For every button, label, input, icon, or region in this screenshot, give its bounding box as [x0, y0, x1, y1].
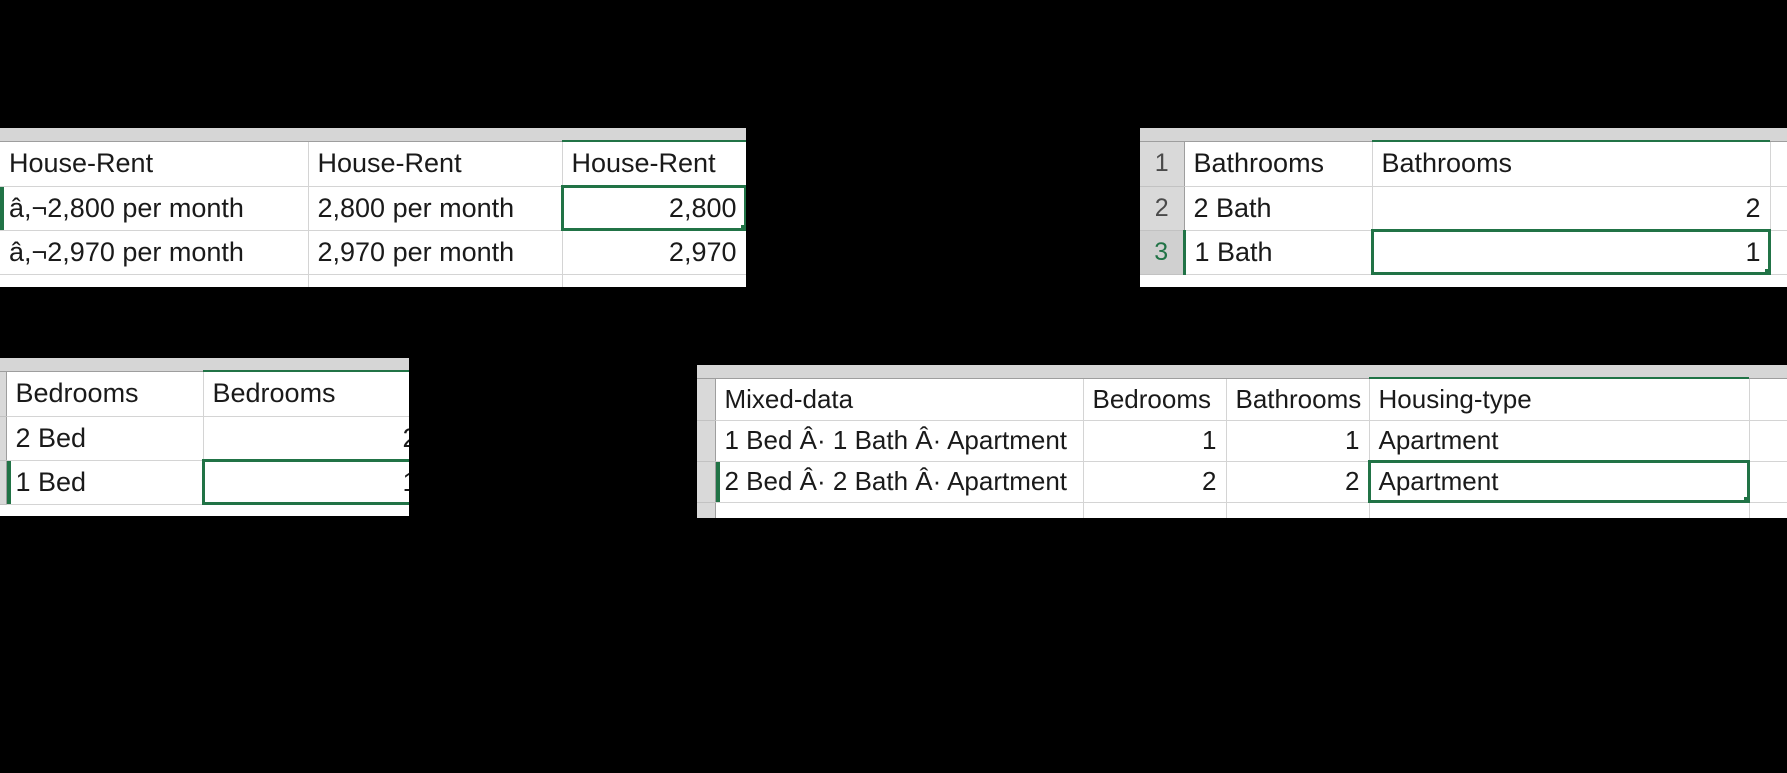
table-row: 2 Bed Â· 2 Bath Â· Apartment 2 2 Apartme…	[697, 460, 1787, 503]
column-header-cell-overflow[interactable]	[1770, 142, 1787, 187]
column-header-cell[interactable]: Bedrooms	[203, 372, 409, 417]
table-row: 2 2 Bath 2	[1140, 186, 1787, 231]
data-cell-raw-bath[interactable]: 2 Bath	[1184, 186, 1373, 231]
selected-cell-rent-number[interactable]: 2,800	[561, 185, 746, 231]
column-header-cell[interactable]: Bedrooms	[1083, 379, 1227, 421]
column-header-cell[interactable]: Mixed-data	[715, 379, 1084, 421]
column-header-cell[interactable]: Bathrooms	[1372, 142, 1771, 187]
table-row: Bedrooms Bedrooms	[0, 372, 409, 417]
data-cell-raw-bed[interactable]: 2 Bed	[6, 416, 204, 461]
row-number-gutter[interactable]	[697, 420, 716, 462]
column-header-cell[interactable]: Bedrooms	[6, 372, 204, 417]
table-row: 2 Bed 2	[0, 416, 409, 461]
column-header-cell-overflow[interactable]	[1749, 379, 1787, 421]
table-row: 1 Bed Â· 1 Bath Â· Apartment 1 1 Apartme…	[697, 420, 1787, 462]
column-header-cell[interactable]: House-Rent	[308, 142, 563, 187]
table-row	[697, 502, 1787, 518]
table-row: â,¬2,970 per month 2,970 per month 2,970	[0, 230, 746, 275]
data-cell-overflow[interactable]	[1770, 230, 1787, 275]
data-cell-cleaned-rent[interactable]: 2,800 per month	[308, 186, 563, 231]
column-header-cell[interactable]: Bathrooms	[1226, 379, 1370, 421]
row-number-gutter[interactable]	[697, 379, 716, 421]
table-row	[0, 274, 746, 287]
mixed-data-sheet: Mixed-data Bedrooms Bathrooms Housing-ty…	[697, 379, 1787, 518]
data-cell-bedrooms[interactable]: 1	[1083, 420, 1227, 462]
data-cell-cleaned-rent[interactable]: 2,970 per month	[308, 230, 563, 275]
data-cell-bedrooms-clipped[interactable]	[1083, 502, 1227, 518]
data-cell-mixed-raw-clipped[interactable]	[715, 502, 1084, 518]
column-header-cell[interactable]: Bathrooms	[1184, 142, 1373, 187]
column-header-cell[interactable]: Housing-type	[1369, 379, 1750, 421]
data-cell-bathrooms-clipped[interactable]	[1226, 502, 1370, 518]
data-cell-overflow[interactable]	[1749, 420, 1787, 462]
data-cell-overflow[interactable]	[1749, 502, 1787, 518]
data-cell-housing-type-clipped[interactable]	[1369, 502, 1750, 518]
house-rent-panel: House-Rent House-Rent House-Rent â,¬2,80…	[0, 128, 746, 287]
data-cell-overflow[interactable]	[1749, 461, 1787, 503]
data-cell-bath-number[interactable]: 2	[1372, 186, 1771, 231]
house-rent-sheet: House-Rent House-Rent House-Rent â,¬2,80…	[0, 142, 746, 287]
selected-cell-bath-number[interactable]: 1	[1371, 229, 1771, 275]
row-number-gutter[interactable]: 2	[1140, 186, 1185, 231]
row-number-gutter[interactable]: 1	[1140, 142, 1185, 187]
data-cell-bed-number[interactable]: 2	[203, 416, 409, 461]
data-cell-bedrooms[interactable]: 2	[1083, 461, 1227, 503]
data-cell-rent-number[interactable]: 2,970	[562, 230, 746, 275]
mixed-data-panel: Mixed-data Bedrooms Bathrooms Housing-ty…	[697, 365, 1787, 518]
data-cell-bathrooms[interactable]: 1	[1226, 420, 1370, 462]
table-row: Mixed-data Bedrooms Bathrooms Housing-ty…	[697, 379, 1787, 421]
column-header-cell[interactable]: House-Rent	[562, 142, 746, 187]
data-cell-raw-bed[interactable]: 1 Bed	[6, 460, 204, 505]
data-cell-empty[interactable]	[308, 274, 563, 287]
row-number-gutter-active[interactable]: 3	[1140, 230, 1186, 275]
table-row: â,¬2,800 per month 2,800 per month 2,800	[0, 185, 746, 231]
bedrooms-sheet: Bedrooms Bedrooms 2 Bed 2 1 Bed 1	[0, 372, 409, 505]
bathrooms-panel: 1 Bathrooms Bathrooms 2 2 Bath 2 3 1 Bat…	[1140, 128, 1787, 287]
data-cell-raw-rent[interactable]: â,¬2,970 per month	[0, 230, 309, 275]
row-number-gutter[interactable]	[697, 502, 716, 518]
table-row: 3 1 Bath 1	[1140, 229, 1787, 275]
bathrooms-sheet: 1 Bathrooms Bathrooms 2 2 Bath 2 3 1 Bat…	[1140, 142, 1787, 275]
data-cell-housing-type[interactable]: Apartment	[1369, 420, 1750, 462]
data-cell-raw-rent[interactable]: â,¬2,800 per month	[0, 186, 309, 231]
data-cell-empty[interactable]	[0, 274, 309, 287]
data-cell-bathrooms[interactable]: 2	[1226, 461, 1370, 503]
row-number-gutter-active[interactable]	[697, 461, 716, 503]
data-cell-raw-bath[interactable]: 1 Bath	[1184, 230, 1373, 275]
selected-cell-bed-number[interactable]: 1	[202, 459, 409, 505]
bedrooms-panel: Bedrooms Bedrooms 2 Bed 2 1 Bed 1	[0, 358, 409, 516]
data-cell-overflow[interactable]	[1770, 186, 1787, 231]
selected-cell-housing-type[interactable]: Apartment	[1368, 460, 1750, 503]
data-cell-empty[interactable]	[562, 274, 746, 287]
column-header-cell[interactable]: House-Rent	[0, 142, 309, 187]
table-row: 1 Bathrooms Bathrooms	[1140, 142, 1787, 187]
data-cell-mixed-raw[interactable]: 1 Bed Â· 1 Bath Â· Apartment	[715, 420, 1084, 462]
table-row: 1 Bed 1	[0, 459, 409, 505]
table-row: House-Rent House-Rent House-Rent	[0, 142, 746, 187]
data-cell-mixed-raw[interactable]: 2 Bed Â· 2 Bath Â· Apartment	[715, 461, 1084, 503]
